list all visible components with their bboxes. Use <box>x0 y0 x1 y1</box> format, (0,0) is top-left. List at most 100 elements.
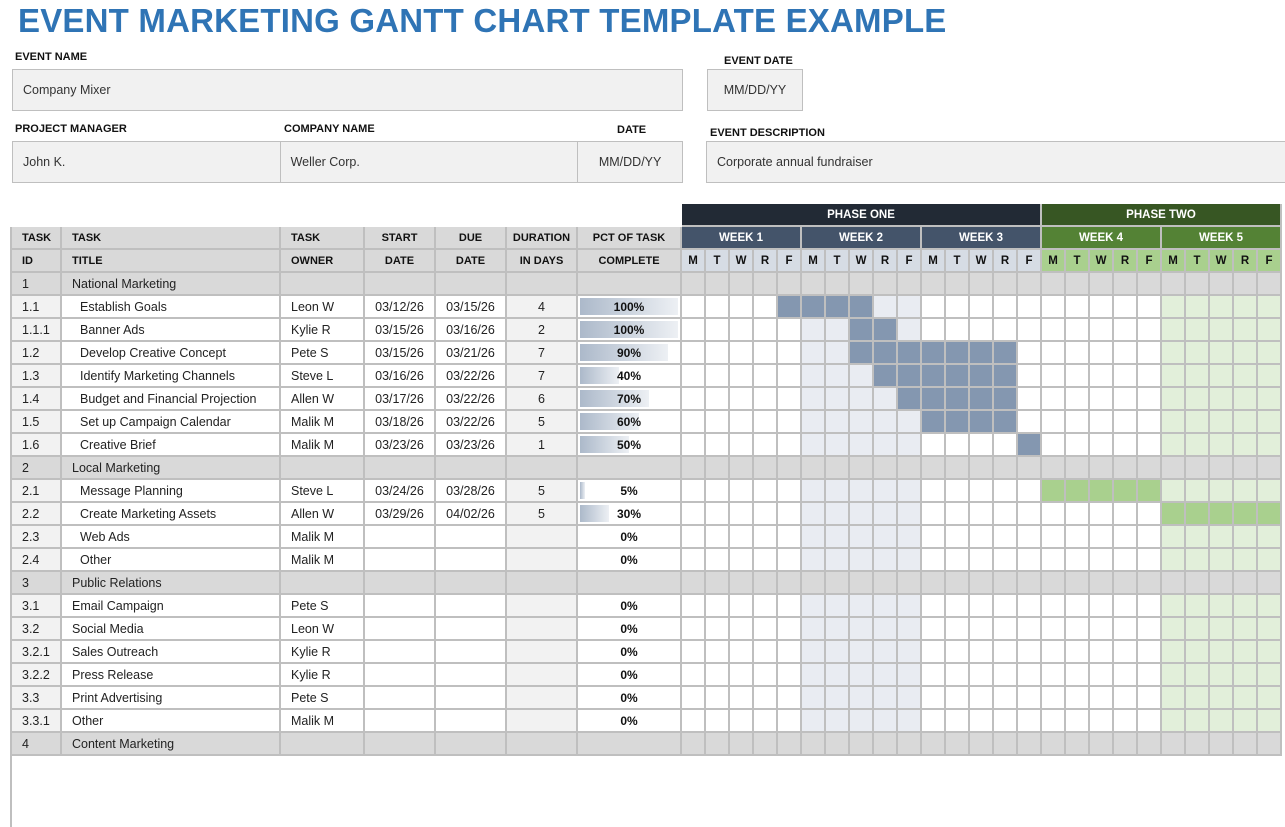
gantt-cell[interactable] <box>970 526 994 549</box>
gantt-cell[interactable] <box>1234 319 1258 342</box>
gantt-cell[interactable] <box>850 641 874 664</box>
gantt-cell[interactable] <box>1162 549 1186 572</box>
gantt-cell[interactable] <box>1234 595 1258 618</box>
gantt-bar-cell[interactable] <box>970 411 994 434</box>
pct-complete[interactable]: 60% <box>578 411 682 434</box>
gantt-cell[interactable] <box>1018 687 1042 710</box>
gantt-cell[interactable] <box>1018 342 1042 365</box>
start-date[interactable] <box>365 618 436 641</box>
gantt-cell[interactable] <box>1186 388 1210 411</box>
pct-complete[interactable]: 0% <box>578 641 682 664</box>
task-title[interactable]: Creative Brief <box>62 434 281 457</box>
gantt-cell[interactable] <box>1090 549 1114 572</box>
gantt-cell[interactable] <box>730 434 754 457</box>
gantt-cell[interactable] <box>1138 503 1162 526</box>
gantt-cell[interactable] <box>898 411 922 434</box>
gantt-cell[interactable] <box>1162 641 1186 664</box>
gantt-cell[interactable] <box>1042 687 1066 710</box>
event-name-field[interactable]: Company Mixer <box>12 69 683 111</box>
gantt-cell[interactable] <box>1138 710 1162 733</box>
gantt-cell[interactable] <box>970 549 994 572</box>
gantt-cell[interactable] <box>1090 595 1114 618</box>
gantt-cell[interactable] <box>994 710 1018 733</box>
gantt-cell[interactable] <box>898 319 922 342</box>
gantt-bar-cell[interactable] <box>898 342 922 365</box>
gantt-cell[interactable] <box>1138 319 1162 342</box>
gantt-cell[interactable] <box>802 480 826 503</box>
gantt-cell[interactable] <box>706 319 730 342</box>
gantt-cell[interactable] <box>1258 526 1282 549</box>
gantt-cell[interactable] <box>826 503 850 526</box>
gantt-cell[interactable] <box>1066 434 1090 457</box>
gantt-cell[interactable] <box>994 526 1018 549</box>
gantt-cell[interactable] <box>730 296 754 319</box>
gantt-cell[interactable] <box>1042 365 1066 388</box>
gantt-cell[interactable] <box>946 549 970 572</box>
gantt-cell[interactable] <box>802 595 826 618</box>
gantt-cell[interactable] <box>1114 710 1138 733</box>
gantt-cell[interactable] <box>1066 319 1090 342</box>
gantt-cell[interactable] <box>1042 664 1066 687</box>
gantt-cell[interactable] <box>826 664 850 687</box>
gantt-cell[interactable] <box>898 549 922 572</box>
gantt-bar-cell[interactable] <box>1138 480 1162 503</box>
gantt-cell[interactable] <box>1042 549 1066 572</box>
gantt-cell[interactable] <box>1138 618 1162 641</box>
gantt-bar-cell[interactable] <box>922 388 946 411</box>
gantt-cell[interactable] <box>1210 480 1234 503</box>
task-owner[interactable]: Malik M <box>281 710 365 733</box>
gantt-bar-cell[interactable] <box>1210 503 1234 526</box>
gantt-cell[interactable] <box>1162 480 1186 503</box>
gantt-cell[interactable] <box>850 687 874 710</box>
gantt-cell[interactable] <box>1018 710 1042 733</box>
gantt-cell[interactable] <box>922 710 946 733</box>
due-date[interactable] <box>436 549 507 572</box>
gantt-cell[interactable] <box>682 388 706 411</box>
gantt-cell[interactable] <box>1234 388 1258 411</box>
gantt-bar-cell[interactable] <box>1162 503 1186 526</box>
gantt-cell[interactable] <box>946 319 970 342</box>
gantt-cell[interactable] <box>754 549 778 572</box>
gantt-bar-cell[interactable] <box>826 296 850 319</box>
gantt-bar-cell[interactable] <box>946 342 970 365</box>
gantt-cell[interactable] <box>1042 641 1066 664</box>
gantt-cell[interactable] <box>970 296 994 319</box>
start-date[interactable]: 03/17/26 <box>365 388 436 411</box>
gantt-cell[interactable] <box>898 687 922 710</box>
gantt-cell[interactable] <box>946 434 970 457</box>
task-title[interactable]: Sales Outreach <box>62 641 281 664</box>
task-title[interactable]: Budget and Financial Projection <box>62 388 281 411</box>
start-date[interactable]: 03/15/26 <box>365 319 436 342</box>
gantt-cell[interactable] <box>874 595 898 618</box>
event-date-field[interactable]: MM/DD/YY <box>707 69 803 111</box>
gantt-cell[interactable] <box>730 618 754 641</box>
gantt-cell[interactable] <box>1138 296 1162 319</box>
gantt-cell[interactable] <box>1114 664 1138 687</box>
task-owner[interactable]: Kylie R <box>281 319 365 342</box>
gantt-cell[interactable] <box>706 526 730 549</box>
gantt-bar-cell[interactable] <box>1114 480 1138 503</box>
gantt-cell[interactable] <box>706 503 730 526</box>
gantt-cell[interactable] <box>1018 411 1042 434</box>
start-date[interactable]: 03/15/26 <box>365 342 436 365</box>
gantt-cell[interactable] <box>1186 549 1210 572</box>
pct-complete[interactable]: 70% <box>578 388 682 411</box>
gantt-cell[interactable] <box>1234 549 1258 572</box>
gantt-cell[interactable] <box>1090 503 1114 526</box>
gantt-bar-cell[interactable] <box>1258 503 1282 526</box>
gantt-cell[interactable] <box>682 641 706 664</box>
project-manager-field[interactable]: John K. <box>13 142 281 182</box>
gantt-cell[interactable] <box>778 480 802 503</box>
gantt-cell[interactable] <box>1138 434 1162 457</box>
gantt-cell[interactable] <box>1258 411 1282 434</box>
gantt-cell[interactable] <box>1138 411 1162 434</box>
gantt-cell[interactable] <box>778 664 802 687</box>
gantt-cell[interactable] <box>826 641 850 664</box>
gantt-cell[interactable] <box>754 526 778 549</box>
gantt-bar-cell[interactable] <box>994 342 1018 365</box>
gantt-cell[interactable] <box>1066 365 1090 388</box>
gantt-cell[interactable] <box>946 710 970 733</box>
gantt-cell[interactable] <box>1234 342 1258 365</box>
gantt-cell[interactable] <box>1114 388 1138 411</box>
gantt-cell[interactable] <box>1114 296 1138 319</box>
